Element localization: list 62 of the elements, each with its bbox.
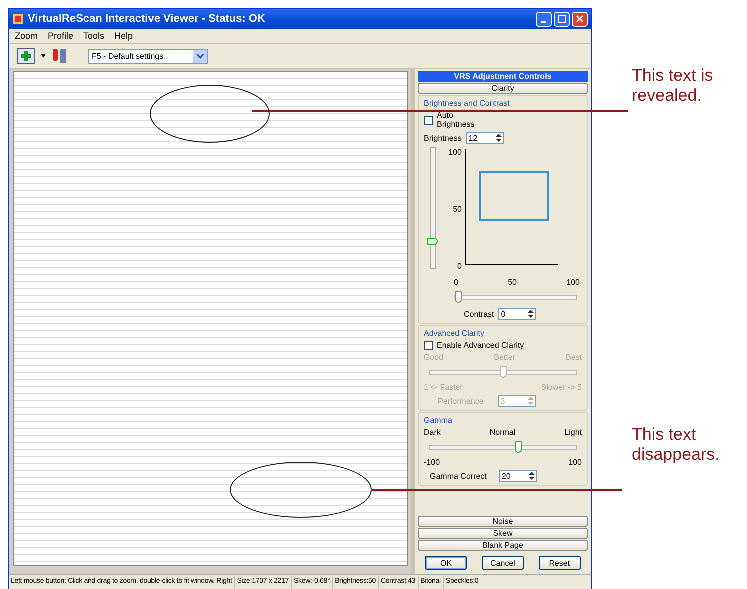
slider-label: 100 bbox=[568, 458, 582, 467]
slider-thumb[interactable] bbox=[427, 238, 438, 246]
profile-dropdown[interactable]: F5 - Default settings bbox=[88, 48, 208, 64]
field-label: Brightness bbox=[424, 134, 462, 142]
app-icon bbox=[12, 13, 24, 25]
slider-label: Normal bbox=[490, 428, 516, 437]
slider-thumb[interactable] bbox=[514, 441, 522, 453]
dialog-button[interactable]: Cancel bbox=[482, 556, 524, 570]
callout-text: This text is revealed. bbox=[632, 66, 714, 106]
spin-arrows-icon[interactable] bbox=[527, 309, 536, 319]
checkbox[interactable] bbox=[424, 116, 433, 124]
brightness-slider[interactable] bbox=[430, 147, 436, 269]
minimize-button[interactable] bbox=[536, 12, 552, 26]
axis-tick-label: 0 bbox=[458, 262, 462, 271]
close-button[interactable] bbox=[572, 12, 588, 26]
checkbox-label: Auto Brightness bbox=[437, 111, 476, 129]
gamma-correct-field[interactable]: 20 bbox=[498, 470, 537, 482]
panel-title: VRS Adjustment Controls bbox=[418, 71, 588, 82]
close-icon[interactable] bbox=[576, 15, 584, 23]
contrast-field[interactable]: 0 bbox=[498, 308, 536, 320]
section-tab[interactable]: Clarity bbox=[418, 83, 588, 94]
slider-label: Good bbox=[424, 353, 444, 362]
group-title: Brightness and Contrast bbox=[424, 99, 511, 108]
field-label: Performance bbox=[438, 396, 484, 406]
slider-label: 1 <- Faster bbox=[424, 383, 463, 392]
zoom-in-icon[interactable] bbox=[17, 48, 35, 64]
section-tab[interactable]: Skew bbox=[418, 528, 588, 539]
menu-item[interactable]: Tools bbox=[84, 31, 105, 41]
checkbox-label: Enable Advanced Clarity bbox=[437, 341, 524, 350]
slider-label: Light bbox=[564, 428, 582, 437]
menu-item[interactable]: Help bbox=[114, 31, 134, 41]
maximize-button[interactable] bbox=[554, 12, 570, 26]
dialog-button[interactable]: OK bbox=[425, 556, 468, 570]
slider-label: -100 bbox=[424, 458, 440, 467]
group-title: Gamma bbox=[424, 416, 454, 425]
slider-label: Best bbox=[566, 353, 582, 362]
slider-label: Dark bbox=[424, 428, 441, 437]
preview-rectangle bbox=[479, 171, 549, 221]
axis-tick-label: 0 bbox=[454, 278, 458, 287]
field-label: Contrast bbox=[464, 310, 494, 318]
axis-tick-label: 50 bbox=[453, 205, 462, 214]
window-title: VirtualReScan Interactive Viewer - Status: OK bbox=[28, 13, 266, 25]
field-label: Gamma Correct bbox=[430, 472, 487, 480]
slider-label: Slower -> 5 bbox=[541, 383, 582, 392]
slider-thumb[interactable] bbox=[455, 291, 462, 303]
profile-icon[interactable] bbox=[52, 47, 68, 65]
group-title: Advanced Clarity bbox=[424, 329, 486, 338]
brightness-field[interactable]: 12 bbox=[466, 132, 504, 144]
slider-label: Better bbox=[494, 353, 516, 362]
spin-arrows-icon[interactable] bbox=[494, 133, 503, 143]
dialog-button[interactable]: Reset bbox=[538, 556, 581, 570]
callout-text: This text disappears. bbox=[632, 425, 721, 465]
section-tab[interactable]: Noise bbox=[418, 516, 588, 527]
axis-tick-label: 100 bbox=[448, 148, 462, 157]
menu-item[interactable]: Profile bbox=[48, 31, 74, 41]
dropdown-caret-icon[interactable] bbox=[41, 54, 46, 58]
menu-item[interactable]: Zoom bbox=[15, 31, 38, 41]
section-tab[interactable]: Blank Page bbox=[418, 540, 588, 551]
axis-tick-label: 50 bbox=[508, 278, 517, 287]
axis-tick-label: 100 bbox=[566, 278, 580, 287]
maximize-icon[interactable] bbox=[558, 15, 566, 23]
spin-arrows-icon[interactable] bbox=[528, 471, 536, 481]
